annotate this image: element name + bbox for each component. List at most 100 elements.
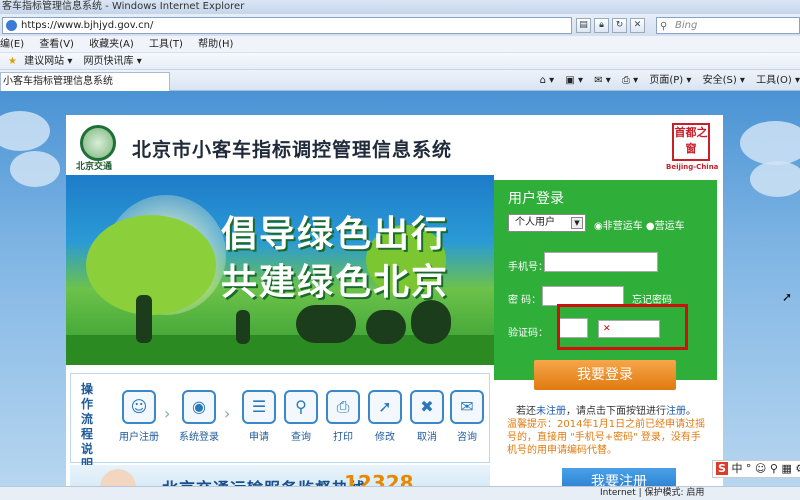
search-icon: ⚲ bbox=[660, 21, 668, 32]
step-label: 申请 bbox=[249, 432, 269, 443]
capital-window-seal[interactable]: 首都之窗 bbox=[672, 123, 710, 161]
tab-row: 小客车指标管理信息系统 ⌂ ▾ ▣ ▾ ✉ ▾ ⎙ ▾ 页面(P) ▾ 安全(S… bbox=[0, 70, 800, 91]
captcha-label: 验证码： bbox=[508, 328, 548, 339]
menu-view[interactable]: 查看(V) bbox=[39, 39, 74, 50]
ime-status: 中 ° ☺ ⚲ ▦ ⚙ bbox=[731, 462, 800, 475]
menu-edit[interactable]: 编(E) bbox=[0, 39, 24, 50]
favorites-bar: ★ 建议网站 ▾ 网页快讯库 ▾ bbox=[0, 53, 800, 70]
step-cancel[interactable]: ✖ 取消 bbox=[405, 390, 449, 443]
login-panel: 用户登录 个人用户 ▼ ◉非营运车 ●营运车 手机号： 密 码： 忘记密码 验证… bbox=[494, 180, 717, 380]
radio-commercial-label[interactable]: 营运车 bbox=[655, 221, 685, 232]
radio-commercial-icon[interactable]: ● bbox=[646, 221, 655, 232]
mail-icon[interactable]: ✉ ▾ bbox=[594, 75, 611, 86]
feeds-icon[interactable]: ▣ ▾ bbox=[565, 75, 583, 86]
user-type-value: 个人用户 bbox=[515, 217, 555, 228]
step-label: 查询 bbox=[291, 432, 311, 443]
children-silhouette bbox=[366, 310, 406, 344]
hint-text: ，请点击下面按钮进行 bbox=[566, 406, 666, 417]
walker-silhouette bbox=[236, 310, 250, 344]
step-label: 打印 bbox=[333, 432, 353, 443]
cloud-decoration bbox=[10, 151, 60, 187]
banner-slogan-1: 倡导绿色出行 bbox=[221, 214, 450, 255]
beijing-transport-logo bbox=[80, 125, 116, 161]
password-input[interactable] bbox=[542, 286, 624, 306]
register-hint: 若还未注册，请点击下面按钮进行注册。 bbox=[516, 402, 696, 417]
ime-toolbar[interactable]: S 中 ° ☺ ⚲ ▦ ⚙ bbox=[712, 460, 800, 478]
user-type-select[interactable]: 个人用户 ▼ bbox=[508, 214, 586, 232]
cloud-decoration bbox=[0, 111, 50, 151]
ie-icon bbox=[6, 20, 17, 31]
chat-icon: ✉ bbox=[450, 390, 484, 424]
fav-web-slice[interactable]: 网页快讯库 ▾ bbox=[84, 56, 142, 67]
runner-silhouette bbox=[136, 295, 152, 343]
cloud-decoration bbox=[750, 161, 800, 197]
refresh-icon[interactable]: ↻ bbox=[612, 18, 627, 33]
cloud-decoration bbox=[740, 121, 800, 165]
vehicle-type-radios: ◉非营运车 ●营运车 bbox=[594, 217, 685, 232]
password-label: 密 码： bbox=[508, 295, 542, 306]
register-link[interactable]: 注册 bbox=[666, 406, 686, 417]
mouse-icon: ◉ bbox=[182, 390, 216, 424]
step-query[interactable]: ⚲ 查询 bbox=[279, 390, 323, 443]
step-label: 系统登录 bbox=[179, 432, 219, 443]
radio-non-commercial-icon[interactable]: ◉ bbox=[594, 221, 603, 232]
logo-text: 北京交通 bbox=[76, 162, 113, 172]
step-label: 修改 bbox=[375, 432, 395, 443]
phone-label: 手机号： bbox=[508, 262, 548, 273]
step-print[interactable]: ⎙ 打印 bbox=[321, 390, 365, 443]
search-placeholder: Bing bbox=[675, 20, 698, 31]
mouse-cursor-icon: ➚ bbox=[782, 290, 793, 304]
login-title: 用户登录 bbox=[508, 191, 564, 207]
menu-help[interactable]: 帮助(H) bbox=[198, 39, 233, 50]
login-button[interactable]: 我要登录 bbox=[534, 360, 676, 390]
security-zone: Internet | 保护模式: 启用 bbox=[600, 488, 705, 498]
banner-slogan-2: 共建绿色北京 bbox=[221, 262, 450, 303]
search-icon: ⚲ bbox=[284, 390, 318, 424]
step-register[interactable]: ☺ 用户注册 bbox=[117, 390, 161, 443]
unregistered-link[interactable]: 未注册 bbox=[536, 406, 566, 417]
address-row: https://www.bjhjyd.gov.cn/ ▤ 🔒︎ ↻ ✕ ⚲ Bi… bbox=[0, 14, 800, 36]
cmd-page[interactable]: 页面(P) ▾ bbox=[649, 75, 691, 86]
step-label: 咨询 bbox=[457, 432, 477, 443]
address-bar[interactable]: https://www.bjhjyd.gov.cn/ bbox=[2, 17, 572, 34]
printer-icon: ⎙ bbox=[326, 390, 360, 424]
chevron-down-icon: ▼ bbox=[571, 217, 583, 229]
print-icon[interactable]: ⎙ ▾ bbox=[622, 75, 638, 86]
warning-notice: 温馨提示：2014年1月1日之前已经申请过摇号的，直接用 "手机号+密码" 登录… bbox=[507, 419, 706, 456]
process-guide: 操作流程说明 ☺ 用户注册 › ◉ 系统登录 › ☰ 申请 ⚲ 查询 ⎙ 打印 … bbox=[70, 373, 490, 471]
status-bar: Internet | 保护模式: 启用 bbox=[0, 486, 800, 500]
arrow-icon: › bbox=[164, 404, 171, 423]
radio-non-commercial-label[interactable]: 非营运车 bbox=[603, 221, 643, 232]
tab-current[interactable]: 小客车指标管理信息系统 bbox=[0, 72, 170, 91]
page-title: 北京市小客车指标调控管理信息系统 bbox=[132, 139, 453, 161]
hint-text: 。 bbox=[686, 406, 696, 417]
cmd-safety[interactable]: 安全(S) ▾ bbox=[703, 75, 745, 86]
fav-suggested-sites[interactable]: 建议网站 ▾ bbox=[24, 56, 72, 67]
hint-text: 若还 bbox=[516, 406, 536, 417]
command-bar: ⌂ ▾ ▣ ▾ ✉ ▾ ⎙ ▾ 页面(P) ▾ 安全(S) ▾ 工具(O) ▾ bbox=[532, 72, 800, 90]
arrow-icon: › bbox=[224, 404, 231, 423]
sogou-icon: S bbox=[716, 462, 728, 475]
cancel-icon: ✖ bbox=[410, 390, 444, 424]
cmd-tools[interactable]: 工具(O) ▾ bbox=[756, 75, 800, 86]
seal-text: 首都之窗 bbox=[674, 126, 708, 155]
lock-icon[interactable]: 🔒︎ bbox=[594, 18, 609, 33]
phone-input[interactable] bbox=[544, 252, 658, 272]
step-label: 用户注册 bbox=[119, 432, 159, 443]
menu-bar: 编(E) 查看(V) 收藏夹(A) 工具(T) 帮助(H) bbox=[0, 36, 800, 53]
step-modify[interactable]: ➚ 修改 bbox=[363, 390, 407, 443]
home-icon[interactable]: ⌂ ▾ bbox=[540, 75, 555, 86]
user-icon: ☺ bbox=[122, 390, 156, 424]
search-input[interactable]: ⚲ Bing bbox=[656, 17, 800, 34]
step-login[interactable]: ◉ 系统登录 bbox=[177, 390, 221, 443]
window-title-bar: 客车指标管理信息系统 - Windows Internet Explorer bbox=[0, 0, 800, 14]
menu-favorites[interactable]: 收藏夹(A) bbox=[89, 39, 134, 50]
step-apply[interactable]: ☰ 申请 bbox=[237, 390, 281, 443]
step-consult[interactable]: ✉ 咨询 bbox=[445, 390, 489, 443]
compat-view-icon[interactable]: ▤ bbox=[576, 18, 591, 33]
green-travel-banner: 倡导绿色出行 共建绿色北京 bbox=[66, 175, 494, 365]
menu-tools[interactable]: 工具(T) bbox=[149, 39, 183, 50]
document-icon: ☰ bbox=[242, 390, 276, 424]
stop-icon[interactable]: ✕ bbox=[630, 18, 645, 33]
favorites-star-icon[interactable]: ★ bbox=[8, 56, 17, 67]
